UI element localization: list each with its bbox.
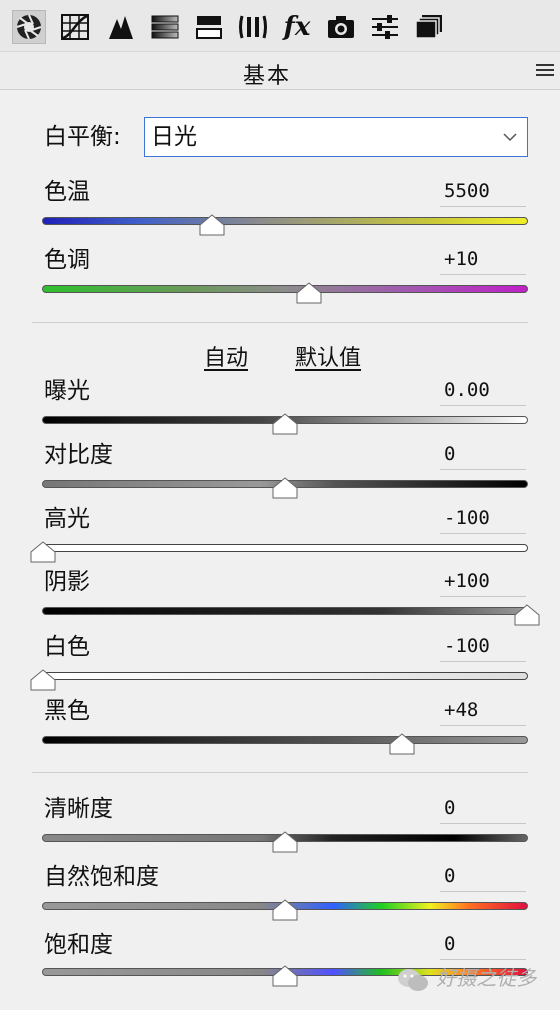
panel-menu-icon[interactable] [536,64,554,78]
contrast-value[interactable]: 0 [440,440,526,470]
detail-triangles-icon[interactable] [104,10,138,44]
blacks-slider-thumb[interactable] [389,733,415,755]
tint-value[interactable]: +10 [440,245,526,275]
lens-corrections-icon[interactable] [236,10,270,44]
temperature-slider-track[interactable] [42,217,528,225]
white-balance-value: 日光 [151,124,197,150]
default-button[interactable]: 默认值 [295,340,361,372]
whites-slider-thumb[interactable] [30,669,56,691]
watermark-text: 好摄之徒多 [436,966,537,990]
highlights-value[interactable]: -100 [440,504,526,534]
saturation-label: 饱和度 [44,932,113,958]
shadows-slider-track[interactable] [42,607,528,615]
highlights-slider-thumb[interactable] [30,541,56,563]
presets-sliders-icon[interactable] [368,10,402,44]
exposure-slider-thumb[interactable] [272,413,298,435]
whites-value[interactable]: -100 [440,632,526,662]
panel-tabs-toolbar: fx [0,0,560,52]
whites-slider-track[interactable] [42,672,528,680]
vibrance-slider-thumb[interactable] [272,899,298,921]
blacks-slider-track[interactable] [42,736,528,744]
fx-icon[interactable]: fx [280,10,314,44]
whites-label: 白色 [44,634,90,660]
temperature-slider-thumb[interactable] [199,214,225,236]
camera-icon[interactable] [324,10,358,44]
temperature-value[interactable]: 5500 [440,177,526,207]
clarity-value[interactable]: 0 [440,794,526,824]
tint-label: 色调 [44,247,90,273]
split-toning-icon[interactable] [192,10,226,44]
panel-title: 基本 [242,64,291,89]
contrast-label: 对比度 [44,442,113,468]
shadows-slider-thumb[interactable] [514,604,540,626]
white-balance-select[interactable]: 日光 [144,117,528,157]
section-divider [32,322,528,323]
saturation-value[interactable]: 0 [440,930,526,960]
tint-slider-track[interactable] [42,285,528,293]
temperature-label: 色温 [44,179,90,205]
exposure-label: 曝光 [44,378,90,404]
snapshots-icon[interactable] [412,10,446,44]
tone-curve-icon[interactable] [58,10,92,44]
exposure-value[interactable]: 0.00 [440,376,526,406]
shadows-label: 阴影 [44,569,90,595]
wechat-logo-icon [398,968,428,991]
chevron-down-icon [503,133,517,142]
aperture-icon[interactable] [12,10,46,44]
vibrance-label: 自然饱和度 [44,864,159,890]
saturation-slider-thumb[interactable] [272,965,298,987]
blacks-label: 黑色 [44,698,90,724]
auto-button[interactable]: 自动 [204,340,248,372]
hsl-gradient-icon[interactable] [148,10,182,44]
blacks-value[interactable]: +48 [440,696,526,726]
panel-header: 基本 [0,52,560,90]
vibrance-value[interactable]: 0 [440,862,526,892]
clarity-slider-thumb[interactable] [272,831,298,853]
highlights-label: 高光 [44,506,90,532]
shadows-value[interactable]: +100 [440,567,526,597]
highlights-slider-track[interactable] [42,544,528,552]
white-balance-label: 白平衡: [44,124,121,150]
watermark: 好摄之徒多 [396,963,560,1001]
section-divider [32,772,528,773]
clarity-label: 清晰度 [44,796,113,822]
tint-slider-thumb[interactable] [296,282,322,304]
contrast-slider-thumb[interactable] [272,477,298,499]
